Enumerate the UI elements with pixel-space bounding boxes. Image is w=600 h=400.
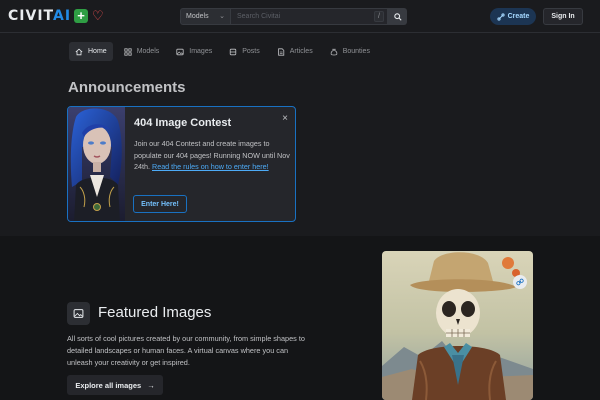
home-icon: [75, 48, 83, 55]
explore-label: Explore all images: [75, 380, 142, 390]
nav-label: Articles: [289, 48, 313, 55]
link-icon[interactable]: [513, 275, 527, 289]
nav-label: Home: [88, 48, 107, 55]
nav-label: Models: [136, 48, 160, 55]
announcement-heading: 404 Image Contest: [134, 117, 232, 129]
logo-text-ai: AI: [53, 8, 72, 24]
logo-text-civit: CIVIT: [8, 8, 53, 24]
nav-item-home[interactable]: Home: [69, 42, 113, 61]
nav-item-bounties[interactable]: Bounties: [324, 42, 376, 61]
announcements-title: Announcements: [68, 79, 186, 96]
search-shortcut-key: /: [374, 11, 384, 22]
chevron-down-icon: ⌄: [219, 13, 225, 20]
enter-here-button[interactable]: Enter Here!: [133, 195, 187, 213]
featured-image-icon-badge: [67, 302, 90, 325]
arrow-right-icon: →: [147, 380, 155, 390]
logo-wordmark: CIVITAI: [8, 8, 71, 24]
civitai-logo[interactable]: CIVITAI + ♡: [8, 8, 104, 24]
sign-in-button[interactable]: Sign In: [543, 8, 583, 25]
nav-label: Posts: [242, 48, 260, 55]
search-input[interactable]: Search Civitai /: [231, 8, 388, 25]
featured-images-title: Featured Images: [98, 304, 212, 321]
nav-item-articles[interactable]: Articles: [271, 42, 319, 61]
featured-images-description: All sorts of cool pictures created by ou…: [67, 334, 305, 367]
create-button[interactable]: Create: [490, 8, 536, 25]
app-header: CIVITAI + ♡ Models ⌄ Search Civitai / Cr…: [0, 0, 600, 33]
main-nav: Home Models Images Posts Articles Bounti…: [69, 42, 381, 61]
featured-skeleton-cowboy-image[interactable]: [382, 251, 533, 400]
nav-item-images[interactable]: Images: [170, 42, 218, 61]
chain-link-icon: [516, 278, 524, 286]
image-icon: [176, 48, 184, 55]
contest-artwork-image: [68, 107, 125, 221]
article-icon: [277, 47, 284, 56]
search-button[interactable]: [388, 8, 407, 25]
explore-all-images-button[interactable]: Explore all images →: [67, 375, 163, 395]
nav-item-models[interactable]: Models: [118, 42, 166, 61]
nav-label: Images: [189, 48, 213, 55]
announcement-body: Join our 404 Contest and create images t…: [134, 138, 290, 173]
link-brush-icon: [496, 12, 505, 21]
search-placeholder: Search Civitai: [237, 13, 281, 20]
posts-icon: [230, 48, 237, 55]
image-icon: [73, 309, 84, 318]
close-icon[interactable]: ×: [282, 113, 288, 124]
announcement-card: 404 Image Contest × Join our 404 Contest…: [67, 106, 296, 222]
nav-label: Bounties: [342, 48, 370, 55]
search-type-value: Models: [186, 13, 209, 20]
search-bar: Models ⌄ Search Civitai /: [180, 8, 419, 25]
nav-item-posts[interactable]: Posts: [223, 42, 266, 61]
plus-icon[interactable]: +: [74, 9, 89, 23]
create-label: Create: [507, 13, 530, 20]
search-icon: [393, 12, 402, 21]
rules-link[interactable]: Read the rules on how to enter here!: [152, 162, 269, 171]
heart-icon[interactable]: ♡: [92, 9, 104, 23]
moneybag-icon: [330, 48, 337, 55]
grid-icon: [124, 47, 132, 56]
search-type-select[interactable]: Models ⌄: [180, 8, 231, 25]
